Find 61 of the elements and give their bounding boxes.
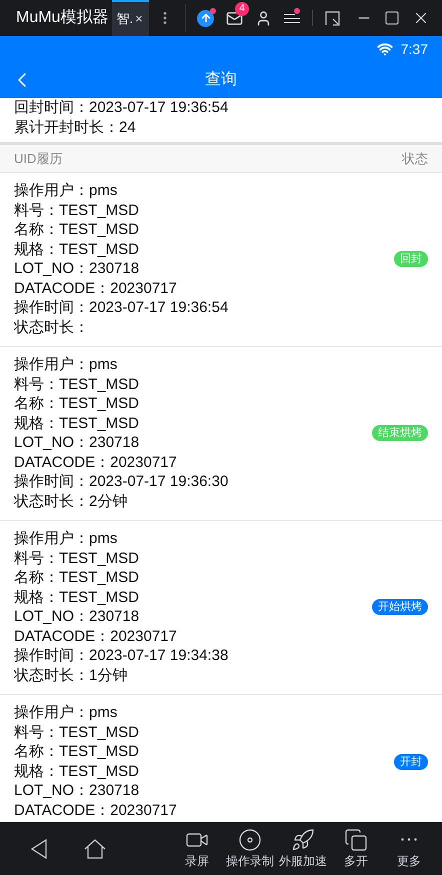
record-line: LOT_NO：230718 (14, 781, 140, 800)
app-tab[interactable]: 智.× (112, 0, 150, 36)
record-line: 操作用户：pms (14, 181, 118, 200)
record-line: LOT_NO：230718 (14, 433, 140, 452)
record-line: 名称：TEST_MSD (14, 394, 140, 414)
record-line: 料号：TEST_MSD (14, 548, 140, 568)
record-line: 状态时长：1分钟 (14, 666, 128, 685)
record-line: DATACODE：20230717 (14, 452, 178, 472)
back-triangle-icon[interactable] (31, 838, 47, 858)
record-line: 名称：TEST_MSD (14, 742, 140, 762)
record-line: DATACODE：20230717 (14, 800, 178, 820)
record-line: 规格：TEST_MSD (14, 414, 140, 433)
record-line: LOT_NO：230718 (14, 607, 140, 626)
record-line: 名称：TEST_MSD (14, 220, 140, 240)
record-line: 操作时间：2023-07-17 19:36:54 (14, 298, 230, 318)
record-line: 操作用户：pms (14, 703, 118, 722)
column-heading: 状态 (402, 150, 428, 168)
summary-line: 累计开封时长：24 (14, 118, 137, 137)
upload-icon[interactable] (197, 10, 214, 26)
close-tab-icon[interactable]: × (135, 9, 143, 29)
resize-icon[interactable] (325, 10, 340, 26)
status-badge: 结束烘烤 (372, 425, 428, 441)
record-line: 规格：TEST_MSD (14, 240, 140, 259)
status-badge: 开始烘烤 (372, 599, 428, 615)
page-title: 查询 (205, 70, 237, 90)
wifi-icon (376, 41, 393, 57)
record-line: 状态时长： (14, 318, 90, 337)
toolbar-button[interactable]: 操作录制 (225, 828, 275, 870)
record-icon (238, 828, 262, 852)
app-title: MuMu模拟器 (15, 8, 110, 28)
toolbar-button[interactable]: 外服加速 (278, 828, 328, 870)
toolbar-button[interactable]: 多开 (331, 828, 381, 870)
home-icon[interactable] (84, 838, 106, 858)
record-line: LOT_NO：230718 (14, 259, 140, 278)
record-line: 操作时间：2023-07-17 19:34:38 (14, 646, 230, 666)
user-icon[interactable] (255, 10, 272, 26)
more-icon (401, 838, 417, 841)
clock: 7:37 (400, 40, 428, 58)
record-line: 操作时间：2023-07-17 19:36:30 (14, 472, 230, 492)
record-line: 名称：TEST_MSD (14, 568, 140, 588)
mail-icon[interactable] (226, 10, 243, 26)
record-line: 规格：TEST_MSD (14, 762, 140, 781)
rocket-icon (291, 828, 315, 852)
record-line: 操作用户：pms (14, 529, 118, 548)
toolbar-button[interactable]: 更多 (384, 828, 434, 870)
record-line: 状态时长：2分钟 (14, 492, 128, 511)
notification-count: 4 (235, 2, 249, 16)
record-line: 料号：TEST_MSD (14, 722, 140, 742)
record-line: 规格：TEST_MSD (14, 588, 140, 607)
column-heading: UID履历 (14, 150, 62, 168)
status-badge: 回封 (394, 251, 428, 267)
record-line: DATACODE：20230717 (14, 626, 178, 646)
summary-line: 回封时间：2023-07-17 19:36:54 (14, 98, 230, 118)
record-line: 料号：TEST_MSD (14, 200, 140, 220)
toolbar-button[interactable]: 录屏 (172, 828, 222, 870)
status-badge: 开封 (394, 754, 428, 770)
record-line: 料号：TEST_MSD (14, 374, 140, 394)
maximize-icon[interactable] (384, 10, 400, 26)
windows-icon (344, 828, 368, 852)
record-line: DATACODE：20230717 (14, 278, 178, 298)
record-line: 操作用户：pms (14, 355, 118, 374)
